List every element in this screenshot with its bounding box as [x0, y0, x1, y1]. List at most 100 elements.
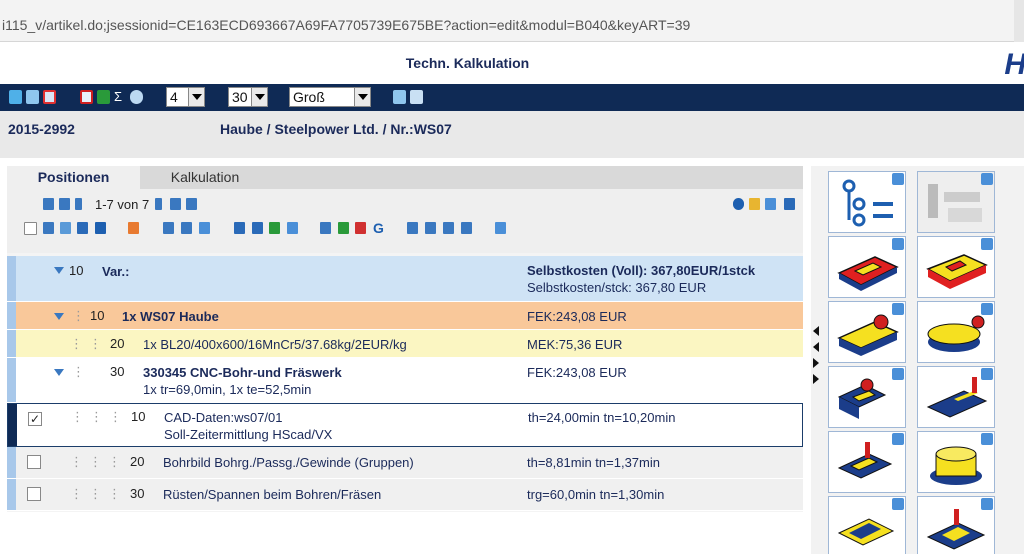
calc-icon[interactable] [130, 90, 143, 104]
expand-all-icon[interactable] [461, 222, 472, 234]
table-row[interactable]: ⋮⋮⋮ 20 Bohrbild Bohrg./Passg./Gewinde (G… [7, 447, 803, 479]
link-icon[interactable] [199, 222, 210, 234]
excel-icon[interactable] [97, 90, 110, 104]
select-levels[interactable]: 4 [166, 87, 205, 107]
prev-fast-icon[interactable] [59, 198, 70, 210]
settings-icon[interactable] [495, 222, 506, 234]
table-row[interactable]: ⋮⋮ 20 1x BL20/400x600/16MnCr5/37.68kg/2E… [7, 330, 803, 358]
last-icon[interactable] [813, 374, 819, 384]
cylinder-tile[interactable] [917, 431, 995, 493]
groove-mill-tile[interactable] [917, 366, 995, 428]
row-text-2: Soll-Zeitermittlung HScad/VX [164, 427, 333, 442]
sort-icon[interactable] [163, 222, 174, 234]
delete-icon[interactable] [95, 222, 106, 234]
save-close-icon[interactable] [43, 90, 56, 104]
tree-dots: ⋮⋮ [70, 336, 108, 351]
table-row[interactable]: ⋮ 30 330345 CNC-Bohr-und Fräswerk 1x tr=… [7, 358, 803, 403]
face-mill-tile[interactable] [828, 301, 906, 363]
round-mill-tile[interactable] [917, 301, 995, 363]
tile-corner-icon [981, 238, 993, 250]
first-page-icon[interactable] [43, 198, 54, 210]
chevron-down-icon[interactable] [188, 88, 204, 106]
split-icon[interactable] [181, 222, 192, 234]
g-icon[interactable]: G [373, 221, 384, 235]
drill-pocket-icon [837, 442, 893, 479]
layout-icon[interactable] [410, 90, 423, 104]
print-icon[interactable] [393, 90, 406, 104]
tree-dots: ⋮⋮⋮ [70, 454, 127, 469]
chevron-down-icon[interactable] [251, 88, 267, 106]
pocket-red-tile[interactable] [828, 236, 906, 298]
report-icon[interactable] [320, 222, 331, 234]
first-icon[interactable] [813, 326, 819, 336]
face-mill-icon [837, 314, 899, 356]
row-checkbox[interactable] [27, 455, 41, 469]
step-mill-icon [837, 378, 887, 419]
slot-red-tile[interactable] [917, 236, 995, 298]
next-page-icon[interactable] [155, 198, 162, 210]
save-icon[interactable] [9, 90, 22, 104]
select-all-checkbox[interactable] [24, 222, 37, 235]
grid-icon[interactable] [784, 198, 795, 210]
machine-tile[interactable] [917, 171, 995, 233]
row-marker [8, 404, 17, 446]
sum-icon[interactable]: Σ [114, 90, 127, 104]
move-icon[interactable] [252, 222, 263, 234]
next-icon[interactable] [813, 358, 819, 368]
tile-corner-icon [892, 433, 904, 445]
expand-icon[interactable] [54, 313, 64, 320]
expand-icon[interactable] [54, 369, 64, 376]
url-text[interactable]: i115_v/artikel.do;jsessionid=CE163ECD693… [2, 17, 690, 33]
table-row[interactable]: ⋮ 10 1x WS07 Haube FEK:243,08 EUR [7, 302, 803, 330]
table-row[interactable]: 10 Var.: Selbstkosten (Voll): 367,80EUR/… [7, 256, 803, 302]
pdf-icon[interactable] [80, 90, 93, 104]
tab-positionen[interactable]: Positionen [7, 166, 140, 189]
table-row-selected[interactable]: ✓ ⋮⋮⋮ 10 CAD-Daten:ws07/01 Soll-Zeitermi… [7, 403, 803, 447]
pager-text: 1-7 von 7 [95, 197, 150, 212]
row-checkbox[interactable] [27, 487, 41, 501]
insert-icon[interactable] [234, 222, 245, 234]
article-description: Haube / Steelpower Ltd. / Nr.:WS07 [220, 121, 452, 137]
new-doc-icon[interactable] [128, 222, 139, 234]
last-page-icon[interactable] [186, 198, 197, 210]
row-number: 30 [110, 364, 125, 379]
cut-icon[interactable] [43, 222, 54, 234]
drill-pocket-tile[interactable] [828, 431, 906, 493]
copy-icon[interactable] [60, 222, 71, 234]
contour-tile[interactable] [917, 496, 995, 554]
collapse-all-icon[interactable] [407, 222, 418, 234]
table-icon[interactable] [269, 222, 280, 234]
info-icon[interactable] [733, 198, 744, 210]
tree-icon[interactable] [287, 222, 298, 234]
row-value: MEK:75,36 EUR [527, 337, 623, 352]
paste-icon[interactable] [77, 222, 88, 234]
step-mill-tile[interactable] [828, 366, 906, 428]
row-checkbox[interactable]: ✓ [28, 412, 42, 426]
structure-tile[interactable] [828, 171, 906, 233]
select-levels-value: 4 [170, 89, 178, 105]
select-size[interactable]: Groß [289, 87, 371, 107]
expand-icon[interactable] [54, 267, 64, 274]
table-row[interactable]: ⋮⋮⋮ 30 Rüsten/Spannen beim Bohren/Fräsen… [7, 479, 803, 511]
prev-icon[interactable] [813, 342, 819, 352]
save-copy-icon[interactable] [26, 90, 39, 104]
tile-corner-icon [892, 498, 904, 510]
select-rows[interactable]: 30 [228, 87, 268, 107]
expand-icon[interactable] [443, 222, 454, 234]
tab-bar: Positionen Kalkulation [7, 166, 803, 189]
collapse-icon[interactable] [425, 222, 436, 234]
export-icon[interactable] [749, 198, 760, 210]
prev-page-icon[interactable] [75, 198, 82, 210]
select-rows-value: 30 [232, 89, 248, 105]
list-icon[interactable] [765, 198, 776, 210]
row-value-2: Selbstkosten/stck: 367,80 EUR [527, 280, 707, 295]
frame-pocket-tile[interactable] [828, 496, 906, 554]
row-number: 10 [131, 409, 146, 424]
app-header: Techn. Kalkulation H [0, 42, 1024, 84]
tree-dots: ⋮⋮⋮ [71, 409, 128, 424]
chevron-down-icon[interactable] [354, 88, 370, 106]
tab-kalkulation[interactable]: Kalkulation [140, 166, 270, 189]
graph-icon[interactable] [355, 222, 366, 234]
chart-icon[interactable] [338, 222, 349, 234]
next-fast-icon[interactable] [170, 198, 181, 210]
